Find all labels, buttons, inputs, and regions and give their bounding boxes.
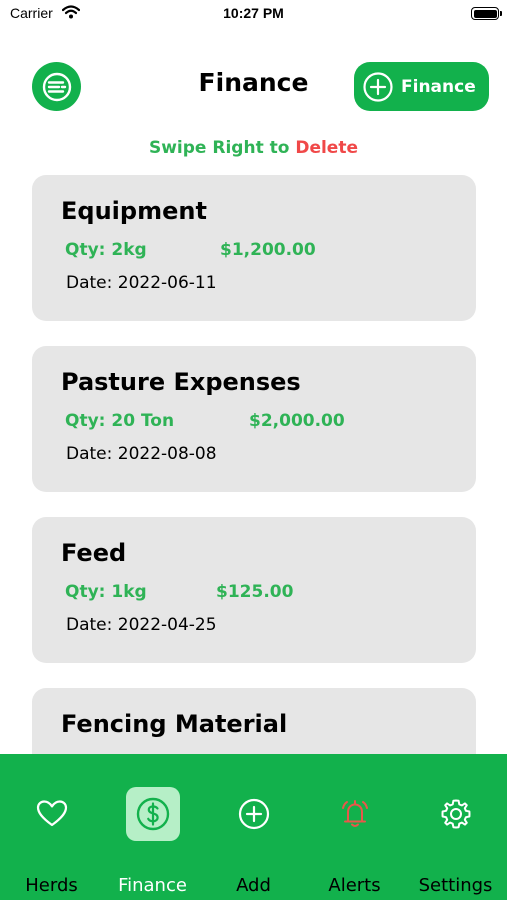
dollar-circle-icon xyxy=(125,787,180,841)
finance-item-title: Feed xyxy=(61,539,127,567)
finance-card-feed[interactable]: Feed Qty: 1kg $125.00 Date: 2022-04-25 xyxy=(32,517,476,663)
heart-icon xyxy=(25,787,79,841)
tab-label: Herds xyxy=(25,875,78,896)
finance-item-date: Date: 2022-08-08 xyxy=(66,444,217,464)
finance-item-date: Date: 2022-06-11 xyxy=(66,273,217,293)
plus-circle-icon xyxy=(227,787,281,841)
tab-label: Alerts xyxy=(328,875,381,896)
swipe-hint: Swipe Right to Delete xyxy=(0,138,507,158)
finance-item-amount: $1,200.00 xyxy=(220,240,316,260)
finance-item-title: Fencing Material xyxy=(61,710,288,738)
finance-item-amount: $125.00 xyxy=(216,582,294,602)
finance-item-qty: Qty: 20 Ton xyxy=(65,411,175,431)
tab-label: Finance xyxy=(118,875,187,896)
finance-item-qty: Qty: 2kg xyxy=(65,240,147,260)
tab-finance[interactable]: Finance xyxy=(102,754,203,900)
bottom-tab-bar: Herds Finance Add Alerts Settings xyxy=(0,754,507,900)
tab-add[interactable]: Add xyxy=(203,754,304,900)
alarm-bell-icon xyxy=(328,787,382,841)
gear-icon xyxy=(429,787,483,841)
plus-circle-icon xyxy=(363,71,393,102)
tab-settings[interactable]: Settings xyxy=(405,754,506,900)
finance-item-amount: $2,000.00 xyxy=(249,411,345,431)
finance-card-equipment[interactable]: Equipment Qty: 2kg $1,200.00 Date: 2022-… xyxy=(32,175,476,321)
finance-item-title: Equipment xyxy=(61,197,207,225)
add-finance-button[interactable]: Finance xyxy=(354,62,489,111)
finance-item-qty: Qty: 1kg xyxy=(65,582,147,602)
tab-alerts[interactable]: Alerts xyxy=(304,754,405,900)
finance-item-date: Date: 2022-04-25 xyxy=(66,615,217,635)
status-bar: Carrier 10:27 PM xyxy=(0,0,507,30)
tab-label: Settings xyxy=(418,875,493,896)
add-finance-label: Finance xyxy=(401,76,476,97)
swipe-hint-text: Swipe Right to xyxy=(148,138,290,158)
clock: 10:27 PM xyxy=(223,5,284,21)
swipe-hint-delete: Delete xyxy=(295,138,358,158)
tab-label: Add xyxy=(236,875,271,896)
finance-card-pasture-expenses[interactable]: Pasture Expenses Qty: 20 Ton $2,000.00 D… xyxy=(32,346,476,492)
battery-icon xyxy=(471,7,502,20)
finance-item-title: Pasture Expenses xyxy=(61,368,301,396)
tab-herds[interactable]: Herds xyxy=(1,754,102,900)
